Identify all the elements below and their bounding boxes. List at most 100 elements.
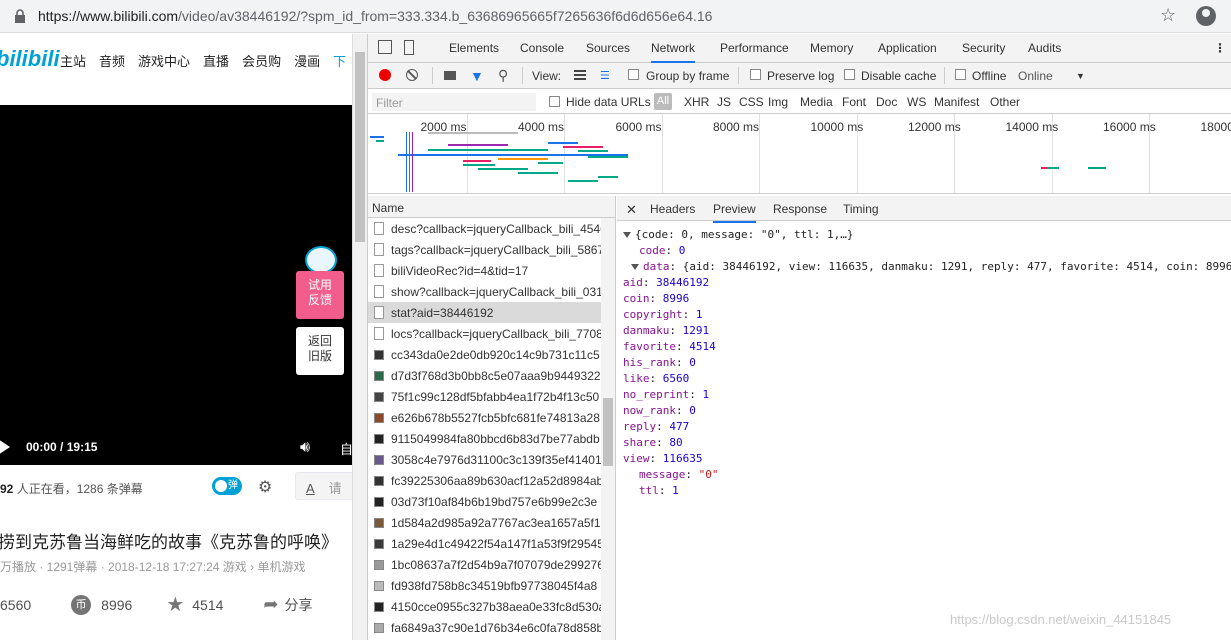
type-filter-all[interactable]: All xyxy=(654,93,672,110)
scrollbar-thumb[interactable] xyxy=(603,398,613,466)
filter-input[interactable]: Filter xyxy=(372,93,536,111)
clear-icon[interactable] xyxy=(406,69,418,81)
request-row[interactable]: 4150cce0955c327b38aea0e33fc8d530a xyxy=(368,596,601,617)
expand-arrow-icon[interactable] xyxy=(623,232,631,238)
request-row[interactable]: 1d584a2d985a92a7767ac3ea1657a5f1e xyxy=(368,512,601,533)
type-filter-other[interactable]: Other xyxy=(990,95,1020,109)
request-row[interactable]: 75f1c99c128df5bfabb4ea1f72b4f13c50 xyxy=(368,386,601,407)
fullscreen-label[interactable]: 自 xyxy=(340,439,352,458)
request-row[interactable]: fc39225306aa89b630acf12a52d8984ab xyxy=(368,470,601,491)
large-rows-icon[interactable] xyxy=(574,70,586,80)
feedback-button[interactable]: 试用反馈 xyxy=(296,271,344,319)
nav-item[interactable]: 游戏中心 xyxy=(138,51,190,70)
url-text[interactable]: https://www.bilibili.com/video/av3844619… xyxy=(38,8,712,24)
bilibili-logo[interactable]: bilibili xyxy=(0,46,60,72)
page-scrollbar[interactable] xyxy=(352,34,367,640)
danmaku-toggle[interactable]: 弹 xyxy=(212,477,242,495)
nav-item[interactable]: 音频 xyxy=(99,51,125,70)
tab-network[interactable]: Network xyxy=(651,41,696,63)
play-icon[interactable] xyxy=(0,439,10,455)
type-filter-ws[interactable]: WS xyxy=(907,95,926,109)
danmaku-settings-icon[interactable]: ⚙ xyxy=(258,477,272,497)
nav-item[interactable]: 漫画 xyxy=(294,51,320,70)
tab-elements[interactable]: Elements xyxy=(449,41,499,55)
search-icon[interactable]: ⚲ xyxy=(498,67,508,84)
request-row[interactable]: fd938fd758b8c34519bfb97738045f4a8 xyxy=(368,575,601,596)
tab-timing[interactable]: Timing xyxy=(843,202,879,216)
request-row[interactable]: d7d3f768d3b0bb8c5e07aaa9b9449322 xyxy=(368,365,601,386)
request-list-scrollbar[interactable] xyxy=(601,218,615,640)
tab-performance[interactable]: Performance xyxy=(720,41,789,55)
return-old-version-button[interactable]: 返回旧版 xyxy=(296,327,344,375)
bookmark-star-icon[interactable]: ☆ xyxy=(1160,5,1176,26)
request-row[interactable]: 1a29e4d1c49422f54a147f1a53f9f29545 xyxy=(368,533,601,554)
nav-item[interactable]: 直播 xyxy=(203,51,229,70)
request-name: 03d73f10af84b6b19bd757e6b99e2c3e xyxy=(391,494,598,509)
type-filter-manifest[interactable]: Manifest xyxy=(934,95,979,109)
share-label[interactable]: 分享 xyxy=(285,595,313,615)
name-column-header[interactable]: Name xyxy=(368,196,615,218)
request-row[interactable]: stat?aid=38446192 xyxy=(368,302,601,323)
request-row[interactable]: 03d73f10af84b6b19bd757e6b99e2c3e xyxy=(368,491,601,512)
request-row[interactable]: locs?callback=jqueryCallback_bili_7708 xyxy=(368,323,601,344)
type-filter-media[interactable]: Media xyxy=(800,95,833,109)
tab-sources[interactable]: Sources xyxy=(586,41,630,55)
image-file-icon xyxy=(374,517,384,528)
request-row[interactable]: 1bc08637a7f2d54b9a7f07079de299276 xyxy=(368,554,601,575)
type-filter-font[interactable]: Font xyxy=(842,95,866,109)
device-toolbar-icon[interactable] xyxy=(404,40,414,55)
network-overview-timeline[interactable]: 2000 ms 4000 ms 6000 ms 8000 ms 10000 ms 1200… xyxy=(368,114,1231,194)
chevron-down-icon[interactable]: ▼ xyxy=(1076,71,1085,81)
record-icon[interactable] xyxy=(379,69,391,81)
account-avatar-icon[interactable] xyxy=(1196,6,1216,26)
address-bar[interactable]: https://www.bilibili.com/video/av3844619… xyxy=(0,0,1231,33)
hide-data-urls-checkbox[interactable] xyxy=(549,96,560,107)
group-by-frame-checkbox[interactable] xyxy=(628,69,639,80)
tab-response[interactable]: Response xyxy=(773,202,827,216)
request-row[interactable]: 3058c4e7976d31100c3c139f35ef41401 xyxy=(368,449,601,470)
coin-icon[interactable]: 币 xyxy=(71,594,92,615)
favorite-star-icon[interactable]: ★ xyxy=(166,592,184,617)
share-arrow-icon[interactable]: ➦ xyxy=(263,594,278,615)
request-row[interactable]: tags?callback=jqueryCallback_bili_5867 xyxy=(368,239,601,260)
tab-headers[interactable]: Headers xyxy=(650,202,695,216)
like-count[interactable]: 6560 xyxy=(0,597,31,613)
type-filter-img[interactable]: Img xyxy=(768,95,788,109)
tab-audits[interactable]: Audits xyxy=(1028,41,1061,55)
nav-item[interactable]: 主站 xyxy=(60,51,86,70)
preserve-log-checkbox[interactable] xyxy=(750,69,761,80)
type-filter-xhr[interactable]: XHR xyxy=(684,95,709,109)
request-row[interactable]: biliVideoRec?id=4&tid=17 xyxy=(368,260,601,281)
json-data-node[interactable]: data: {aid: 38446192, view: 116635, danm… xyxy=(623,259,1231,275)
request-row[interactable]: fa6849a37c90e1d76b34e6c0fa78d858b xyxy=(368,617,601,638)
inspect-element-icon[interactable] xyxy=(378,40,392,54)
request-row[interactable]: show?callback=jqueryCallback_bili_031 xyxy=(368,281,601,302)
tab-memory[interactable]: Memory xyxy=(810,41,853,55)
danmaku-input[interactable]: A请 xyxy=(295,472,352,500)
request-row[interactable]: 9115049984fa80bbcd6b83d7be77abdb xyxy=(368,428,601,449)
request-row[interactable]: desc?callback=jqueryCallback_bili_4546 xyxy=(368,218,601,239)
throttling-select[interactable]: Online xyxy=(1018,69,1053,83)
disable-cache-checkbox[interactable] xyxy=(844,69,855,80)
nav-item[interactable]: 会员购 xyxy=(242,51,281,70)
type-filter-js[interactable]: JS xyxy=(717,95,731,109)
volume-icon[interactable]: 🔊︎ xyxy=(300,439,310,457)
filter-funnel-icon[interactable]: ▼ xyxy=(470,68,484,84)
tab-preview[interactable]: Preview xyxy=(713,202,756,223)
tab-console[interactable]: Console xyxy=(520,41,564,55)
type-filter-doc[interactable]: Doc xyxy=(876,95,897,109)
request-row[interactable]: cc343da0e2de0db920c14c9b731c11c5 xyxy=(368,344,601,365)
offline-checkbox[interactable] xyxy=(955,69,966,80)
request-row[interactable]: e626b678b5527fcb5bfc681fe74813a28 xyxy=(368,407,601,428)
waterfall-icon[interactable]: ☰ xyxy=(600,69,610,82)
tab-application[interactable]: Application xyxy=(878,41,937,55)
tab-security[interactable]: Security xyxy=(962,41,1005,55)
close-icon[interactable]: ✕ xyxy=(626,202,637,218)
expand-arrow-icon[interactable] xyxy=(631,264,639,270)
scrollbar-thumb[interactable] xyxy=(355,52,365,242)
devtools-menu-icon[interactable]: ⋮ xyxy=(1214,41,1226,55)
capture-screenshots-icon[interactable] xyxy=(444,71,456,80)
json-root[interactable]: {code: 0, message: "0", ttl: 1,…} xyxy=(623,227,1231,243)
nav-item-download[interactable]: 下 xyxy=(333,51,346,70)
type-filter-css[interactable]: CSS xyxy=(739,95,764,109)
